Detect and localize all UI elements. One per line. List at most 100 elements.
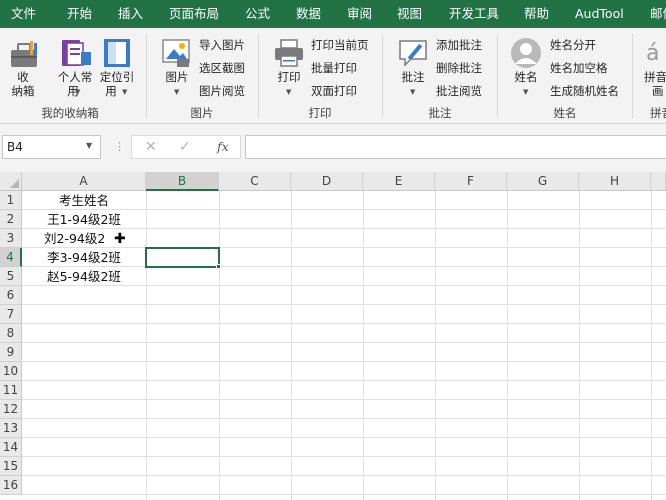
group-divider (146, 34, 147, 118)
fill-handle[interactable] (216, 264, 221, 269)
chevron-down-icon[interactable]: ▼ (174, 88, 179, 96)
btn-split-name[interactable]: 姓名分开 (550, 38, 596, 52)
gridline (22, 304, 666, 305)
group-divider (497, 34, 498, 118)
chevron-down-icon[interactable]: ▼ (286, 88, 291, 96)
cross-cursor-icon: ✚ (114, 231, 126, 247)
tab-mail[interactable]: 邮件 (650, 0, 666, 28)
btn-name[interactable]: 姓名 (507, 70, 545, 84)
tab-home[interactable]: 开始 (67, 0, 92, 28)
tab-developer[interactable]: 开发工具 (449, 0, 499, 28)
formula-input[interactable] (245, 135, 666, 159)
btn-print-current-page[interactable]: 打印当前页 (311, 38, 369, 52)
cell-a1[interactable]: 考生姓名 (22, 191, 146, 210)
gridline (22, 494, 666, 495)
column-header-c[interactable]: C (219, 172, 291, 191)
btn-pinyin-line2[interactable]: 画 (652, 84, 664, 98)
btn-comment-browse[interactable]: 批注阅览 (436, 84, 482, 98)
group-label-print: 打印 (308, 106, 332, 120)
tab-data[interactable]: 数据 (296, 0, 321, 28)
row-header-6[interactable]: 6 (0, 286, 22, 305)
cell-a3[interactable]: 刘2-94级2 (22, 229, 146, 248)
btn-personal-common-line2[interactable]: 用 (54, 84, 92, 98)
chevron-down-icon[interactable]: ▼ (523, 88, 528, 96)
row-header-13[interactable]: 13 (0, 419, 22, 438)
insert-function-icon[interactable]: fx (217, 136, 229, 158)
tab-insert[interactable]: 插入 (118, 0, 143, 28)
row-header-10[interactable]: 10 (0, 362, 22, 381)
tab-audtool[interactable]: AudTool (575, 0, 624, 28)
cell-a4[interactable]: 李3-94级2班 (22, 248, 146, 267)
gridline (22, 456, 666, 457)
tab-help[interactable]: 帮助 (524, 0, 549, 28)
gridline (651, 191, 652, 500)
enter-icon[interactable]: ✓ (179, 136, 191, 158)
row-header-8[interactable]: 8 (0, 324, 22, 343)
chevron-down-icon[interactable]: ▼ (410, 88, 415, 96)
row-header-2[interactable]: 2 (0, 210, 22, 229)
personal-common-icon (62, 40, 91, 66)
row-header-3[interactable]: 3 (0, 229, 22, 248)
row-header-12[interactable]: 12 (0, 400, 22, 419)
row-header-5[interactable]: 5 (0, 267, 22, 286)
row-header-15[interactable]: 15 (0, 457, 22, 476)
row-header-9[interactable]: 9 (0, 343, 22, 362)
cell-a2[interactable]: 王1-94级2班 (22, 210, 146, 229)
group-divider (632, 34, 633, 118)
btn-random-name[interactable]: 生成随机姓名 (550, 84, 619, 98)
row-header-11[interactable]: 11 (0, 381, 22, 400)
btn-select-screenshot[interactable]: 选区截图 (199, 61, 245, 75)
gridline (146, 191, 147, 500)
row-header-7[interactable]: 7 (0, 305, 22, 324)
chevron-down-icon[interactable]: ▼ (75, 88, 80, 96)
btn-print[interactable]: 打印 (270, 70, 308, 84)
gridline (22, 475, 666, 476)
comment-icon (399, 40, 427, 67)
tab-view[interactable]: 视图 (397, 0, 422, 28)
tab-page-layout[interactable]: 页面布局 (169, 0, 219, 28)
gridline (22, 323, 666, 324)
locate-reference-icon (104, 39, 130, 67)
select-all-button[interactable] (0, 172, 22, 191)
column-header-f[interactable]: F (435, 172, 507, 191)
btn-storage-box-line2[interactable]: 纳箱 (4, 84, 42, 98)
ribbon-tab-bar: 文件 开始 插入 页面布局 公式 数据 审阅 视图 开发工具 帮助 AudToo… (0, 0, 666, 28)
toolbox-icon (11, 41, 37, 67)
row-header-4[interactable]: 4 (0, 248, 22, 267)
column-header-b[interactable]: B (146, 172, 219, 191)
active-cell-b4[interactable] (145, 247, 220, 268)
column-header-i[interactable] (651, 172, 666, 191)
btn-locate-reference[interactable]: 定位引 (96, 70, 138, 84)
btn-batch-print[interactable]: 批量打印 (311, 61, 357, 75)
cell-a5[interactable]: 赵5-94级2班 (22, 267, 146, 286)
btn-delete-comment[interactable]: 删除批注 (436, 61, 482, 75)
chevron-down-icon[interactable]: ▼ (122, 88, 127, 96)
tab-file[interactable]: 文件 (11, 0, 36, 28)
column-header-g[interactable]: G (507, 172, 579, 191)
btn-storage-box-line1[interactable]: 收 (4, 70, 42, 84)
btn-name-add-space[interactable]: 姓名加空格 (550, 61, 608, 75)
btn-pinyin[interactable]: 拼音 (644, 70, 666, 84)
btn-duplex-print[interactable]: 双面打印 (311, 84, 357, 98)
column-header-a[interactable]: A (22, 172, 146, 191)
row-header-14[interactable]: 14 (0, 438, 22, 457)
chevron-down-icon[interactable]: ▼ (86, 135, 92, 157)
row-header-1[interactable]: 1 (0, 191, 22, 210)
btn-picture-browse[interactable]: 图片阅览 (199, 84, 245, 98)
column-header-d[interactable]: D (291, 172, 363, 191)
btn-personal-common[interactable]: 个人常 (54, 70, 96, 84)
cancel-icon[interactable]: ✕ (145, 136, 157, 158)
column-header-e[interactable]: E (363, 172, 435, 191)
gridline (22, 380, 666, 381)
tab-formulas[interactable]: 公式 (245, 0, 270, 28)
picture-icon (162, 39, 190, 67)
group-label-picture: 图片 (190, 106, 214, 120)
btn-picture[interactable]: 图片 (158, 70, 196, 84)
tab-review[interactable]: 审阅 (347, 0, 372, 28)
column-header-h[interactable]: H (579, 172, 651, 191)
row-header-16[interactable]: 16 (0, 476, 22, 495)
btn-comment[interactable]: 批注 (394, 70, 432, 84)
btn-import-picture[interactable]: 导入图片 (199, 38, 245, 52)
btn-add-comment[interactable]: 添加批注 (436, 38, 482, 52)
drag-handle-icon[interactable]: ⋮ (114, 136, 125, 158)
